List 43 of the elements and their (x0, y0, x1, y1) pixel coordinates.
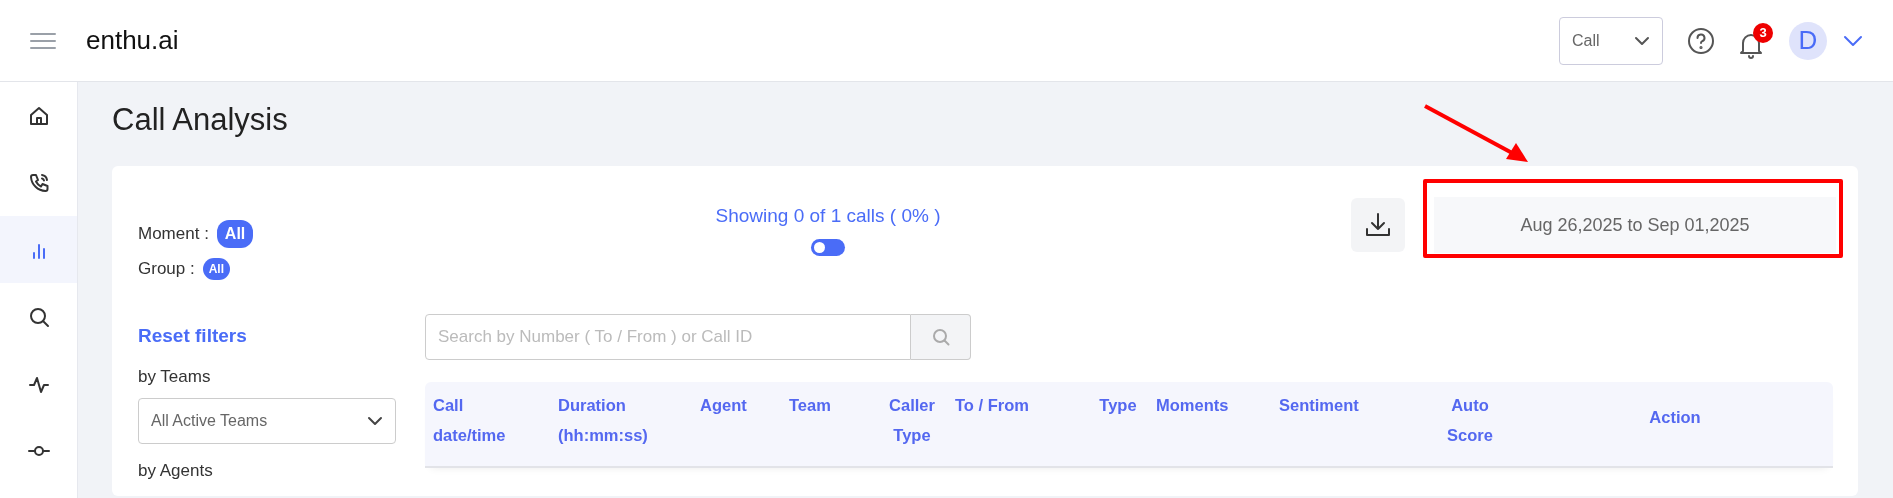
search-icon (27, 305, 50, 328)
mode-select[interactable]: Call (1559, 16, 1663, 65)
column-header[interactable]: To / From (955, 389, 1029, 466)
search-icon (930, 326, 951, 347)
filter-label: Group : (138, 258, 195, 280)
home-icon (27, 104, 50, 127)
notifications-button[interactable]: 3 (1739, 22, 1773, 59)
column-header[interactable]: Duration (hh:mm:ss) (558, 389, 648, 466)
help-button[interactable] (1687, 26, 1715, 55)
user-menu-button[interactable] (1843, 34, 1863, 47)
filter-group-label: by Teams (138, 366, 212, 388)
calls-count: Showing 0 of 1 calls ( 0% ) (715, 204, 941, 228)
user-avatar[interactable]: D (1789, 21, 1827, 60)
page-title: Call Analysis (112, 102, 288, 138)
column-header[interactable]: Caller Type (889, 389, 935, 466)
download-button[interactable] (1351, 198, 1405, 252)
phone-icon (27, 171, 50, 194)
menu-icon (30, 31, 56, 50)
filter-tag[interactable]: All (202, 257, 231, 280)
filter-label: Moment : (138, 223, 209, 246)
date-range-picker[interactable]: Aug 26,2025 to Sep 01,2025 (1434, 197, 1836, 253)
column-header[interactable]: Moments (1156, 389, 1229, 466)
help-icon (1687, 26, 1715, 55)
download-icon (1364, 211, 1392, 239)
column-header[interactable]: Team (789, 389, 831, 466)
column-header[interactable]: Sentiment (1279, 389, 1359, 466)
menu-button[interactable] (30, 31, 56, 50)
column-header[interactable]: Auto Score (1447, 389, 1493, 466)
teams-select[interactable]: All Active Teams (138, 397, 396, 444)
chevron-down-icon (1843, 34, 1863, 47)
chevron-down-icon (367, 415, 383, 426)
column-header[interactable]: Type (1099, 389, 1137, 466)
column-header[interactable]: Action (1649, 401, 1701, 466)
notification-count: 3 (1753, 22, 1773, 43)
search-field[interactable]: Search by Number ( To / From ) or Call ID (425, 313, 911, 360)
chevron-down-icon (1634, 35, 1650, 46)
filter-tag[interactable]: All (216, 220, 254, 248)
toggle-switch[interactable] (811, 238, 845, 256)
filter-group-label: by Agents (138, 459, 214, 482)
logo-text[interactable]: enthu.ai (86, 21, 179, 60)
column-header[interactable]: Agent (700, 389, 747, 466)
reset-filters-link[interactable]: Reset filters (138, 321, 425, 350)
column-header[interactable]: Call date/time (433, 389, 506, 466)
